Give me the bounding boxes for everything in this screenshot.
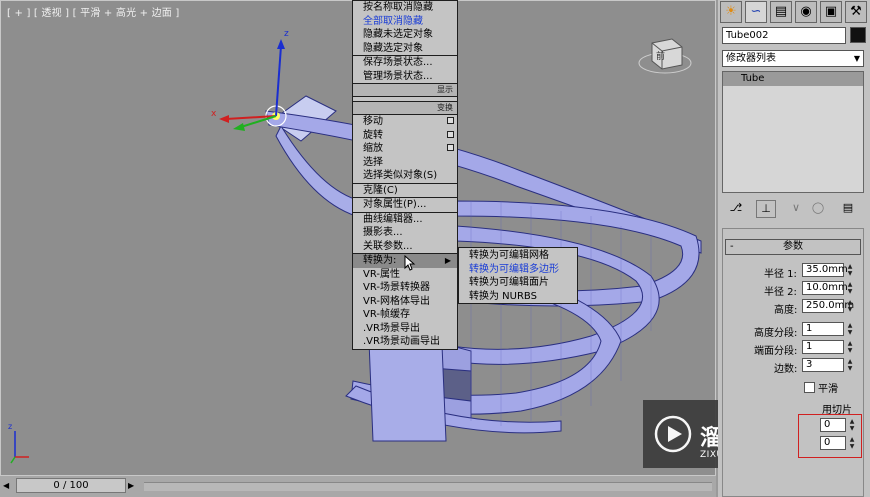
timeline-track[interactable] [144, 482, 712, 491]
make-unique-button[interactable]: ∨ [786, 200, 806, 218]
slice-to-input[interactable]: 0 [820, 436, 846, 450]
param-label-height: 高度: [774, 305, 798, 316]
viewcube[interactable]: 前 [638, 35, 692, 75]
command-panel-tabs: ☀ ∽ ▤ ◉ ▣ ⚒ [720, 1, 868, 23]
tripod-z-label: z [8, 422, 13, 431]
gizmo-x-label: x [211, 109, 217, 119]
modifier-stack[interactable]: Tube [722, 71, 864, 193]
menu-item-label: 移动 [363, 116, 383, 127]
settings-box-icon[interactable] [447, 117, 454, 124]
menu-item-vr-animation-export[interactable]: .VR场景动画导出 [353, 335, 457, 349]
hierarchy-tab-icon[interactable]: ▤ [770, 1, 792, 23]
timeline-bar: ◀ 0 / 100 ▶ [0, 476, 716, 497]
timeline-next-button[interactable]: ▶ [128, 479, 140, 493]
menu-item-select-similar[interactable]: 选择类似对象(S) [353, 169, 457, 183]
menu-item-to-editable-mesh[interactable]: 转换为可编辑网格 [459, 249, 577, 263]
submenu-arrow-icon: ▶ [444, 256, 451, 265]
menu-item-hide-selected[interactable]: 隐藏选定对象 [353, 42, 457, 56]
menu-item-scale[interactable]: 缩放 [353, 142, 457, 156]
gizmo-z-label: z [284, 29, 289, 39]
slice-from-input[interactable]: 0 [820, 418, 846, 432]
menu-item-label: 旋转 [363, 129, 383, 141]
settings-box-icon[interactable] [447, 144, 454, 151]
quad-menu-display: 按名称取消隐藏 全部取消隐藏 隐藏未选定对象 隐藏选定对象 保存场景状态... … [352, 0, 458, 350]
menu-item-manage-scene-state[interactable]: 管理场景状态... [353, 70, 457, 84]
radius1-spinner[interactable]: ▲ ▼ [846, 263, 854, 278]
timeline-prev-button[interactable]: ◀ [3, 479, 15, 493]
height-segments-input[interactable]: 1 [802, 322, 844, 336]
convert-to-submenu: 转换为可编辑网格 转换为可编辑多边形 转换为可编辑面片 转换为 NURBS [458, 247, 578, 304]
smooth-checkbox[interactable] [804, 382, 815, 393]
menu-item-to-nurbs[interactable]: 转换为 NURBS [459, 290, 577, 304]
menu-item-to-editable-poly[interactable]: 转换为可编辑多边形 [459, 263, 577, 277]
menu-item-vr-scene-export[interactable]: .VR场景导出 [353, 322, 457, 336]
menu-item-unhide-by-name[interactable]: 按名称取消隐藏 [353, 1, 457, 15]
param-label-sides: 边数: [774, 364, 798, 375]
menu-item-hide-unselected[interactable]: 隐藏未选定对象 [353, 28, 457, 42]
show-end-result-button[interactable]: ⊥ [756, 200, 776, 218]
param-label-cap-segments: 端面分段: [754, 346, 798, 357]
sides-input[interactable]: 3 [802, 358, 844, 372]
axis-tripod-icon [10, 431, 29, 464]
quad-header-display: 显示 [353, 83, 457, 97]
menu-item-dope-sheet[interactable]: 摄影表... [353, 226, 457, 240]
menu-item-wire-parameters[interactable]: 关联参数... [353, 240, 457, 254]
rollout-header[interactable]: - 参数 [725, 239, 861, 255]
configure-sets-button[interactable]: ▤ [838, 200, 858, 218]
viewcube-face-label: 前 [656, 52, 666, 62]
cap-segments-input[interactable]: 1 [802, 340, 844, 354]
radius2-input[interactable]: 10.0mm [802, 281, 848, 295]
mouse-cursor-icon [404, 255, 416, 271]
remove-modifier-button[interactable]: ◯ [808, 200, 828, 218]
param-label-height-segments: 高度分段: [754, 328, 798, 339]
menu-item-label: 缩放 [363, 143, 383, 154]
slice-to-spinner[interactable]: ▲ ▼ [848, 436, 856, 451]
menu-item-save-scene-state[interactable]: 保存场景状态... [353, 56, 457, 70]
object-name-field[interactable]: Tube002 [722, 27, 846, 44]
settings-box-icon[interactable] [447, 130, 454, 138]
motion-tab-icon[interactable]: ◉ [795, 1, 817, 23]
menu-item-curve-editor[interactable]: 曲线编辑器... [353, 213, 457, 227]
smooth-label: 平滑 [818, 384, 838, 395]
time-slider[interactable]: 0 / 100 [16, 478, 126, 493]
menu-item-unhide-all[interactable]: 全部取消隐藏 [353, 15, 457, 29]
menu-item-label: 转换为: [363, 255, 397, 266]
frame-counter: 0 / 100 [53, 480, 89, 491]
cap-segments-spinner[interactable]: ▲ ▼ [846, 340, 854, 355]
height-segments-spinner[interactable]: ▲ ▼ [846, 322, 854, 337]
modify-tab-icon[interactable]: ∽ [745, 1, 767, 23]
command-panel: ☀ ∽ ▤ ◉ ▣ ⚒ Tube002 修改器列表 ▼ Tube ⎇ ⊥ ∨ ◯… [718, 0, 870, 497]
menu-item-move[interactable]: 移动 [353, 115, 457, 129]
pin-stack-button[interactable]: ⎇ [726, 200, 746, 218]
menu-item-select[interactable]: 选择 [353, 156, 457, 170]
menu-item-rotate[interactable]: 旋转 [353, 129, 457, 143]
menu-item-vr-mesh-export[interactable]: VR-网格体导出 [353, 295, 457, 309]
collapse-icon: - [730, 241, 734, 252]
height-spinner[interactable]: ▲ ▼ [846, 299, 854, 314]
menu-item-object-properties[interactable]: 对象属性(P)... [353, 198, 457, 212]
param-label-radius1: 半径 1: [764, 269, 797, 280]
menu-item-vr-scene-converter[interactable]: VR-场景转换器 [353, 281, 457, 295]
menu-item-clone[interactable]: 克隆(C) [353, 184, 457, 198]
menu-item-vr-framebuffer[interactable]: VR-帧缓存 [353, 308, 457, 322]
display-tab-icon[interactable]: ▣ [820, 1, 842, 23]
sides-spinner[interactable]: ▲ ▼ [846, 358, 854, 373]
radius2-spinner[interactable]: ▲ ▼ [846, 281, 854, 296]
create-tab-icon[interactable]: ☀ [720, 1, 742, 23]
menu-item-to-editable-patch[interactable]: 转换为可编辑面片 [459, 276, 577, 290]
param-label-radius2: 半径 2: [764, 287, 797, 298]
height-input[interactable]: 250.0mm [802, 299, 854, 313]
slice-from-spinner[interactable]: ▲ ▼ [848, 418, 856, 433]
stack-item-tube[interactable]: Tube [723, 72, 863, 86]
chevron-down-icon: ▼ [853, 54, 860, 63]
rollout-title: 参数 [783, 241, 803, 252]
utilities-tab-icon[interactable]: ⚒ [845, 1, 867, 23]
object-color-swatch[interactable] [850, 27, 866, 43]
radius1-input[interactable]: 35.0mm [802, 263, 848, 277]
modifier-list-dropdown[interactable]: 修改器列表 ▼ [722, 50, 864, 67]
quad-header-transform: 变换 [353, 101, 457, 115]
modifier-list-label: 修改器列表 [726, 53, 776, 64]
